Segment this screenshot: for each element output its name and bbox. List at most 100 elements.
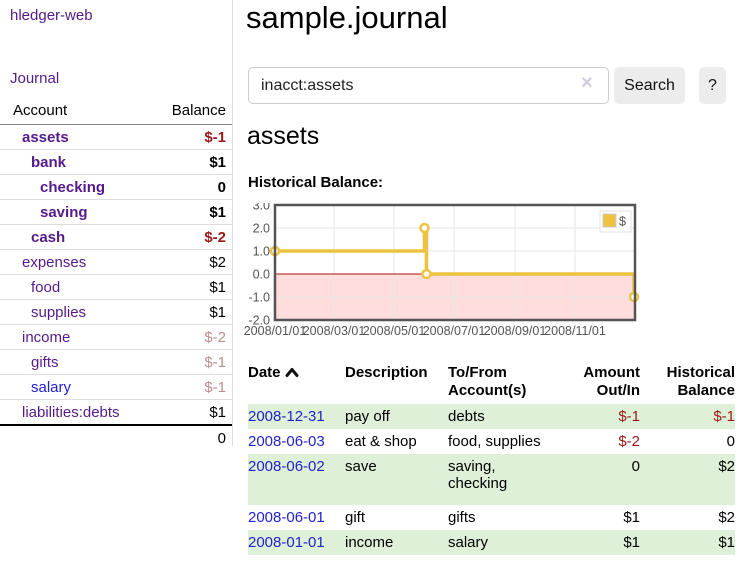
clear-search-icon[interactable]: × (581, 73, 593, 93)
account-balance: $2 (154, 250, 232, 275)
account-row: food $1 (0, 275, 232, 300)
description-cell: pay off (345, 404, 448, 429)
amount-cell: $1 (548, 530, 640, 555)
sidebar: hledger-web Journal Account Balance asse… (0, 0, 233, 446)
accounts-cell: salary (448, 530, 548, 555)
account-link[interactable]: income (22, 329, 70, 346)
register-header-row: Date Description To/From Account(s) Amou… (248, 360, 735, 404)
help-button[interactable]: ? (699, 67, 726, 104)
page-title: sample.journal (246, 0, 448, 36)
date-link[interactable]: 2008-06-02 (248, 458, 325, 475)
svg-text:2008/05/01: 2008/05/01 (363, 324, 426, 338)
balance-cell: 0 (640, 429, 735, 454)
account-row: gifts $-1 (0, 350, 232, 375)
account-row: saving $1 (0, 200, 232, 225)
svg-text:0.0: 0.0 (253, 268, 270, 282)
account-balance: $1 (154, 275, 232, 300)
description-cell: save (345, 454, 448, 505)
account-link[interactable]: checking (40, 179, 105, 196)
account-link[interactable]: gifts (31, 354, 59, 371)
account-row: bank $1 (0, 150, 232, 175)
account-link[interactable]: expenses (22, 254, 86, 271)
balance-column-header: Balance (154, 99, 232, 125)
historical-balance-chart: 3.02.01.00.0-1.0-2.02008/01/012008/03/01… (243, 203, 643, 345)
date-column-header[interactable]: Date (248, 360, 345, 404)
account-balance: $-1 (154, 125, 232, 150)
balance-column-header: Historical Balance (640, 360, 735, 404)
register-row: 2008-12-31 pay off debts $-1 $-1 (248, 404, 735, 429)
description-column-header: Description (345, 360, 448, 404)
account-tree-table: Account Balance assets $-1 bank $1 check… (0, 99, 232, 450)
main-content: sample.journal × Search ? assets Histori… (248, 0, 742, 582)
balance-cell: $2 (640, 454, 735, 505)
svg-text:1.0: 1.0 (253, 245, 270, 259)
chart-title: Historical Balance: (248, 174, 383, 191)
account-link[interactable]: food (31, 279, 60, 296)
account-link[interactable]: assets (22, 129, 69, 146)
accounts-column-header: To/From Account(s) (448, 360, 548, 404)
account-link[interactable]: saving (40, 204, 88, 221)
svg-text:3.0: 3.0 (253, 203, 270, 213)
svg-text:2008/03/01: 2008/03/01 (303, 324, 366, 338)
svg-text:2008/11/01: 2008/11/01 (544, 324, 606, 338)
brand-link[interactable]: hledger-web (10, 7, 93, 24)
account-column-header: Account (0, 99, 154, 125)
date-link[interactable]: 2008-06-01 (248, 509, 325, 526)
account-link[interactable]: cash (31, 229, 65, 246)
description-cell: income (345, 530, 448, 555)
account-row: cash $-2 (0, 225, 232, 250)
account-total-row: 0 (0, 425, 232, 450)
register-table: Date Description To/From Account(s) Amou… (248, 360, 735, 555)
account-tree-header: Account Balance (0, 99, 232, 125)
amount-cell: $1 (548, 505, 640, 530)
date-link[interactable]: 2008-01-01 (248, 534, 325, 551)
amount-cell: $-2 (548, 429, 640, 454)
account-balance: $-2 (154, 225, 232, 250)
amount-cell: $-1 (548, 404, 640, 429)
balance-cell: $-1 (640, 404, 735, 429)
account-balance: $1 (154, 400, 232, 426)
account-balance: $-1 (154, 350, 232, 375)
svg-text:-1.0: -1.0 (248, 291, 270, 305)
account-link[interactable]: liabilities:debts (22, 404, 120, 421)
register-row: 2008-06-03 eat & shop food, supplies $-2… (248, 429, 735, 454)
account-balance: $-1 (154, 375, 232, 400)
account-balance: $1 (154, 150, 232, 175)
svg-text:2008/07/01: 2008/07/01 (423, 324, 486, 338)
svg-text:$: $ (619, 215, 626, 229)
account-balance: $-2 (154, 325, 232, 350)
account-heading: assets (247, 122, 319, 151)
svg-text:2008/01/01: 2008/01/01 (244, 324, 307, 338)
account-balance: 0 (154, 175, 232, 200)
account-link[interactable]: supplies (31, 304, 86, 321)
amount-column-header: Amount Out/In (548, 360, 640, 404)
svg-text:2.0: 2.0 (253, 222, 270, 236)
account-row: liabilities:debts $1 (0, 400, 232, 426)
accounts-cell: saving, checking (448, 454, 548, 505)
account-link[interactable]: bank (31, 154, 66, 171)
account-row: assets $-1 (0, 125, 232, 150)
register-row: 2008-01-01 income salary $1 $1 (248, 530, 735, 555)
register-row: 2008-06-01 gift gifts $1 $2 (248, 505, 735, 530)
balance-cell: $1 (640, 530, 735, 555)
date-link[interactable]: 2008-06-03 (248, 433, 325, 450)
amount-cell: 0 (548, 454, 640, 505)
description-cell: eat & shop (345, 429, 448, 454)
account-balance: $1 (154, 200, 232, 225)
date-link[interactable]: 2008-12-31 (248, 408, 325, 425)
search-button[interactable]: Search (614, 67, 685, 104)
accounts-cell: debts (448, 404, 548, 429)
total-balance: 0 (154, 425, 232, 450)
balance-cell: $2 (640, 505, 735, 530)
description-cell: gift (345, 505, 448, 530)
sidebar-item-journal[interactable]: Journal (10, 70, 59, 87)
account-link[interactable]: salary (31, 379, 71, 396)
accounts-cell: gifts (448, 505, 548, 530)
search-input[interactable] (248, 67, 609, 104)
chevron-up-icon (285, 367, 299, 378)
account-row: supplies $1 (0, 300, 232, 325)
svg-text:2008/09/01: 2008/09/01 (484, 324, 547, 338)
account-row: expenses $2 (0, 250, 232, 275)
account-row: income $-2 (0, 325, 232, 350)
accounts-cell: food, supplies (448, 429, 548, 454)
